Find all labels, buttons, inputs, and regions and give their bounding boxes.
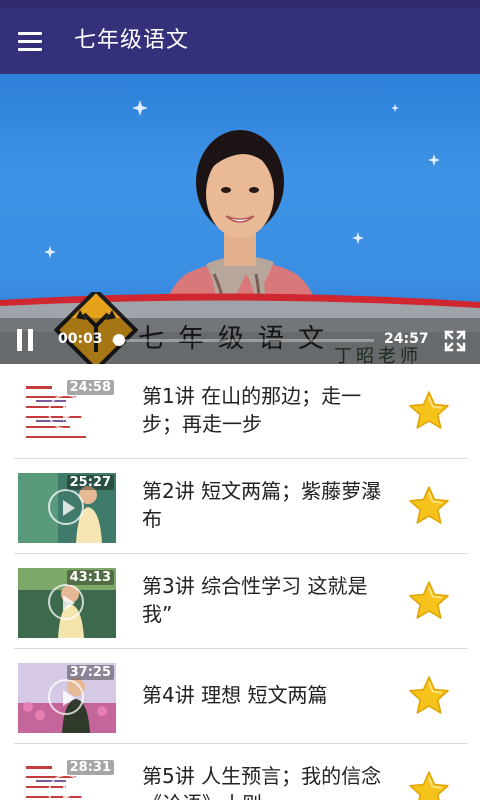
duration-label: 43:13 [66, 570, 114, 585]
lesson-title: 第3讲 综合性学习 这就是我” [142, 574, 368, 626]
app-bar: 七年级语文 [0, 8, 480, 74]
total-time: 24:57 [384, 331, 429, 347]
lesson-title: 第2讲 短文两篇；紫藤萝瀑布 [142, 479, 382, 531]
seek-bar[interactable] [112, 339, 374, 342]
play-icon [48, 394, 84, 430]
menu-icon[interactable] [18, 28, 52, 54]
video-player[interactable]: 七年级语文 丁昭老师 00:03 24:57 [0, 74, 480, 364]
lesson-title: 第1讲 在山的那边；走一步；再走一步 [142, 384, 362, 436]
play-icon [48, 584, 84, 620]
duration-label: 25:27 [66, 475, 114, 490]
page-title: 七年级语文 [74, 28, 190, 53]
list-item[interactable]: 37:25 第4讲 理想 短文两篇 [0, 649, 480, 744]
star-icon[interactable] [408, 770, 450, 800]
status-bar [0, 0, 480, 8]
video-thumbnail[interactable]: 25:27 [18, 473, 116, 543]
lesson-title: 第4讲 理想 短文两篇 [142, 683, 328, 707]
video-thumbnail[interactable]: 43:13 [18, 568, 116, 638]
star-icon[interactable] [408, 390, 450, 432]
seek-handle[interactable] [112, 334, 125, 346]
lesson-list: 24:58 第1讲 在山的那边；走一步；再走一步 25:27 第2讲 短文两篇；紫藤萝… [0, 364, 480, 800]
list-item[interactable]: 25:27 第2讲 短文两篇；紫藤萝瀑布 [0, 459, 480, 554]
video-thumbnail[interactable]: 24:58 [18, 378, 116, 448]
player-controls: 00:03 24:57 [0, 318, 480, 364]
duration-label: 37:25 [66, 665, 114, 680]
play-icon [48, 679, 84, 715]
video-thumbnail[interactable]: 37:25 [18, 663, 116, 733]
play-icon [48, 489, 84, 525]
lesson-title: 第5讲 人生预言；我的信念《论语》十则 [142, 764, 382, 800]
list-item[interactable]: 43:13 第3讲 综合性学习 这就是我” [0, 554, 480, 649]
star-icon[interactable] [408, 580, 450, 622]
duration-label: 24:58 [66, 380, 114, 395]
pause-icon[interactable] [16, 329, 36, 353]
current-time: 00:03 [58, 331, 103, 347]
star-icon[interactable] [408, 485, 450, 527]
list-item[interactable]: 24:58 第1讲 在山的那边；走一步；再走一步 [0, 364, 480, 459]
video-thumbnail[interactable]: 28:31 [18, 758, 116, 800]
star-icon[interactable] [408, 675, 450, 717]
list-item[interactable]: 28:31 第5讲 人生预言；我的信念《论语》十则 [0, 744, 480, 800]
duration-label: 28:31 [66, 760, 114, 775]
fullscreen-icon[interactable] [444, 330, 466, 352]
